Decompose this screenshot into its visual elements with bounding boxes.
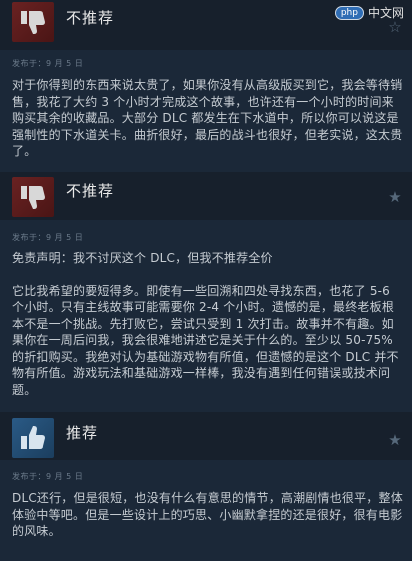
review-date: 发布于：9 月 5 日 — [12, 233, 84, 242]
thumbs-down-icon — [12, 2, 54, 42]
review-verdict: 不推荐 — [66, 182, 115, 200]
review-paragraph: 对于你得到的东西来说太贵了，如果你没有从高级版买到它，我会等待销售，我花了大约 … — [12, 78, 403, 158]
review-header: 不推荐 ★ — [0, 172, 412, 220]
review-body: 对于你得到的东西来说太贵了，如果你没有从高级版买到它，我会等待销售，我花了大约 … — [12, 77, 404, 160]
award-star-icon[interactable]: ★ — [388, 433, 402, 448]
review-verdict: 推荐 — [66, 424, 99, 442]
review-date: 发布于：9 月 5 日 — [12, 59, 84, 68]
review-date: 发布于：9 月 5 日 — [12, 472, 84, 481]
review-card: 不推荐 ★ 发布于：9 月 5 日 免责声明：我不讨厌这个 DLC，但我不推荐全… — [0, 172, 412, 412]
review-body: DLC还行，但是很短，也没有什么有意思的情节，高潮剧情也很平，整体体验中等吧。但… — [12, 490, 404, 540]
review-card: 不推荐 php 中文网 ☆ 发布于：9 月 5 日 对于你得到的东西来说太贵了，… — [0, 0, 412, 170]
thumbs-up-icon — [12, 418, 54, 458]
review-paragraph: 它比我希望的要短得多。即使有一些回溯和四处寻找东西，也花了 5-6 个小时。只有… — [12, 283, 399, 397]
review-paragraph: 免责声明：我不讨厌这个 DLC，但我不推荐全价 — [12, 251, 273, 265]
award-star-icon[interactable]: ☆ — [388, 20, 402, 35]
review-verdict: 不推荐 — [66, 9, 115, 27]
review-header: 推荐 ★ — [0, 412, 412, 460]
review-card: 推荐 ★ 发布于：9 月 5 日 DLC还行，但是很短，也没有什么有意思的情节，… — [0, 412, 412, 561]
review-paragraph: DLC还行，但是很短，也没有什么有意思的情节，高潮剧情也很平，整体体验中等吧。但… — [12, 491, 403, 538]
award-star-icon[interactable]: ★ — [388, 190, 402, 205]
thumbs-down-icon — [12, 177, 54, 217]
review-body: 免责声明：我不讨厌这个 DLC，但我不推荐全价 它比我希望的要短得多。即使有一些… — [12, 250, 404, 398]
